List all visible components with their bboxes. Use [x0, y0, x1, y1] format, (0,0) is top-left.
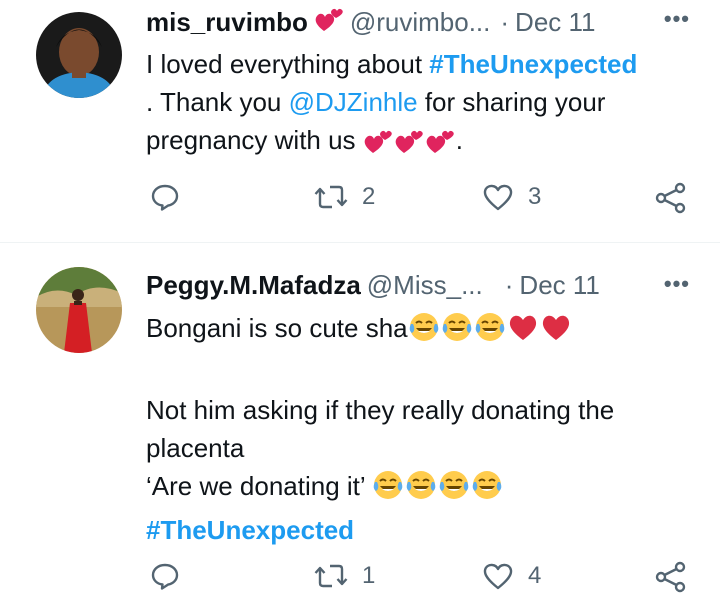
tweet-text-line: Not him asking if they really donating t… — [146, 395, 615, 425]
tweet-text-line: placenta — [146, 433, 245, 463]
reply-button[interactable] — [150, 561, 194, 591]
tears-of-joy-emoji — [405, 469, 437, 511]
tweet-text: Bongani is so cute sha Not him asking if… — [146, 309, 690, 549]
retweet-button[interactable]: 2 — [314, 182, 375, 212]
red-heart-emoji — [507, 311, 539, 353]
tweet-text-span: . — [455, 125, 464, 155]
avatar[interactable] — [36, 12, 122, 98]
tears-of-joy-emoji — [372, 469, 404, 511]
two-hearts-icon — [394, 127, 424, 165]
avatar[interactable] — [36, 267, 122, 353]
two-hearts-icon — [314, 5, 344, 40]
two-hearts-icon — [363, 127, 393, 165]
tears-of-joy-emoji — [471, 469, 503, 511]
share-icon — [655, 182, 686, 214]
tweet-item[interactable]: Peggy.M.Mafadza @Miss_... · Dec 11 ••• B… — [0, 243, 720, 608]
mention-link[interactable]: @DJZinhle — [289, 87, 418, 117]
tweet-date[interactable]: Dec 11 — [515, 7, 595, 38]
tweet-text-span: Bongani is so cute sha — [146, 313, 408, 343]
user-handle[interactable]: @Miss_... — [367, 270, 483, 301]
more-icon[interactable]: ••• — [664, 6, 690, 32]
tweet-text-span: ‘Are we donating it’ — [146, 471, 372, 501]
tweet-actions: 2 3 — [0, 182, 720, 222]
share-button[interactable] — [655, 561, 687, 593]
tweet-text-span: . Thank you — [146, 87, 289, 117]
tweet-item[interactable]: mis_ruvimbo @ruvimbo... · Dec 11 ••• I l… — [0, 0, 720, 243]
tears-of-joy-emoji — [474, 311, 506, 353]
share-icon — [655, 561, 686, 593]
like-icon — [483, 563, 513, 590]
reply-button[interactable] — [150, 182, 194, 212]
tweet-text: I loved everything about #TheUnexpected … — [146, 45, 690, 165]
like-count: 3 — [528, 183, 542, 210]
tweet-text-span: I loved everything about — [146, 49, 430, 79]
like-count: 4 — [528, 562, 542, 589]
retweet-icon — [314, 564, 348, 588]
retweet-icon — [314, 185, 348, 209]
display-name[interactable]: mis_ruvimbo — [146, 7, 308, 38]
tweet-actions: 1 4 — [0, 561, 720, 601]
tears-of-joy-emoji — [438, 469, 470, 511]
retweet-button[interactable]: 1 — [314, 561, 375, 591]
reply-icon — [151, 563, 179, 590]
like-button[interactable]: 4 — [482, 561, 541, 591]
retweet-count: 2 — [362, 183, 376, 210]
tweet-date[interactable]: Dec 11 — [519, 270, 599, 301]
display-name[interactable]: Peggy.M.Mafadza — [146, 270, 361, 301]
reply-icon — [151, 184, 179, 211]
share-button[interactable] — [655, 182, 687, 214]
separator: · — [500, 6, 510, 37]
like-button[interactable]: 3 — [482, 182, 541, 212]
two-hearts-icon — [425, 127, 455, 165]
tweet-text-span: pregnancy with us — [146, 125, 363, 155]
tweet-text-span: for sharing your — [417, 87, 606, 117]
hashtag-link[interactable]: #TheUnexpected — [146, 515, 354, 545]
user-handle[interactable]: @ruvimbo... — [350, 7, 491, 38]
more-icon[interactable]: ••• — [664, 271, 690, 297]
tears-of-joy-emoji — [441, 311, 473, 353]
like-icon — [483, 184, 513, 211]
separator: · — [504, 269, 514, 300]
retweet-count: 1 — [362, 562, 376, 589]
red-heart-emoji — [540, 311, 572, 353]
tears-of-joy-emoji — [408, 311, 440, 353]
hashtag-link[interactable]: #TheUnexpected — [429, 49, 637, 79]
